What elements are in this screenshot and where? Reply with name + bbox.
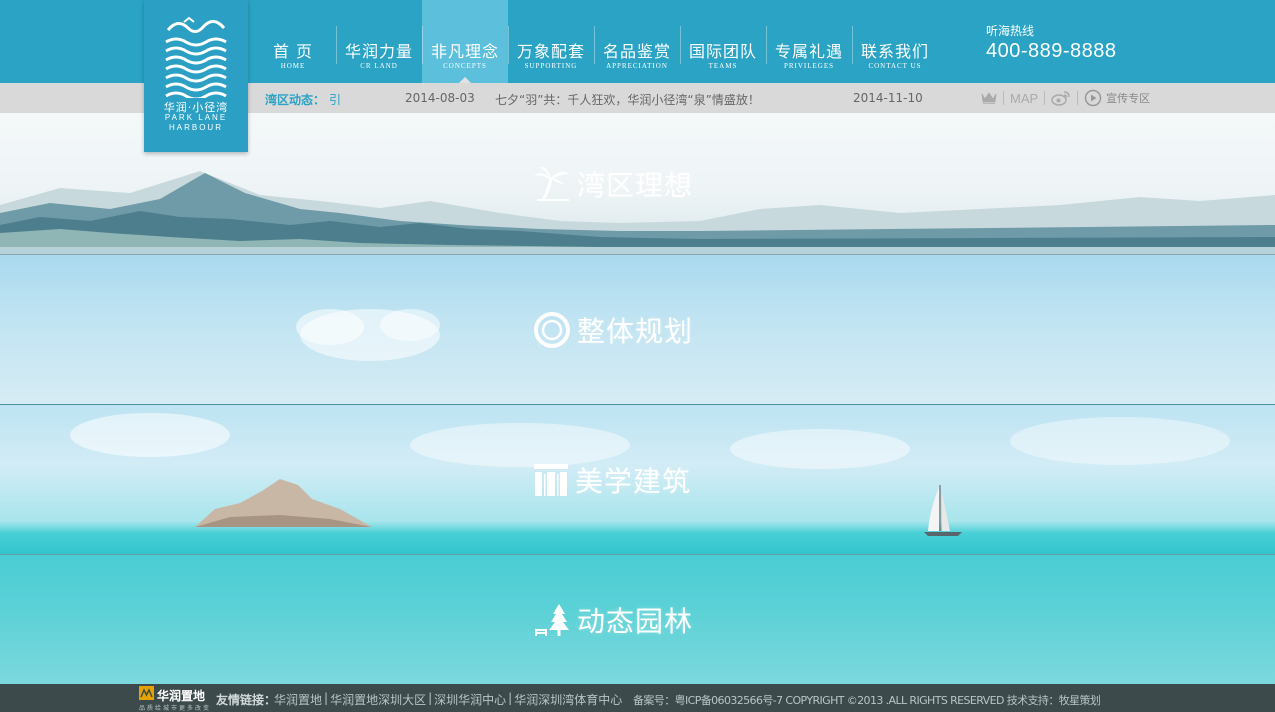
panel-label: 湾区理想 xyxy=(533,164,693,204)
logo-name-en: HARBOUR xyxy=(168,123,223,132)
tool-links: MAP 宣传专区 xyxy=(975,88,1156,108)
nav-item-cr-land[interactable]: 华润力量 CR LAND xyxy=(336,0,422,83)
nav-label: 名品鉴赏 xyxy=(602,42,671,61)
nav-sublabel: APPRECIATION xyxy=(606,62,668,70)
nav-item-contact[interactable]: 联系我们 CONTACT US xyxy=(852,0,938,83)
nav-sublabel: TEAMS xyxy=(708,62,738,70)
copyright-text: 备案号：粤ICP备06032566号-7 COPYRIGHT ©2013 .AL… xyxy=(633,694,1101,707)
nav-item-home[interactable]: 首 页 HOME xyxy=(250,0,336,83)
panel-title: 整体规划 xyxy=(577,314,694,348)
nav-item-concepts[interactable]: 非凡理念 CONCEPTS xyxy=(422,0,508,83)
pine-tree-icon xyxy=(535,603,569,636)
nav-sublabel: HOME xyxy=(280,62,306,70)
cr-land-logo-icon[interactable] xyxy=(139,686,154,703)
nav-item-appreciation[interactable]: 名品鉴赏 APPRECIATION xyxy=(594,0,680,83)
panel-architecture[interactable]: 美学建筑 xyxy=(0,404,1275,554)
building-icon xyxy=(534,463,568,496)
panel-label: 动态园林 xyxy=(533,600,693,640)
news-link[interactable]: 七夕“羽”共：千人狂欢，华润小径湾“泉”情盛放！ xyxy=(495,91,760,108)
panel-master-plan[interactable]: 整体规划 xyxy=(0,254,1275,404)
friend-links: 华润置地 | 华润置地深圳大区 | 深圳华润中心 | 华润深圳湾体育中心 xyxy=(274,691,622,708)
nav-sublabel: SUPPORTING xyxy=(524,62,578,70)
nav-sublabel: CONTACT US xyxy=(868,62,922,70)
nav-item-privileges[interactable]: 专属礼遇 PRIVILEGES xyxy=(766,0,852,83)
panel-title: 湾区理想 xyxy=(577,168,694,202)
nav-label: 万象配套 xyxy=(516,42,585,61)
friend-link[interactable]: 华润置地深圳大区 xyxy=(330,691,426,708)
hotline-label: 听海热线 xyxy=(986,24,1035,38)
divider: | xyxy=(508,691,513,705)
panel-title: 美学建筑 xyxy=(575,464,692,498)
divider: | xyxy=(324,691,329,705)
site-logo[interactable]: 华润·小径湾 PARK LANE HARBOUR xyxy=(144,0,248,152)
nav-label: 联系我们 xyxy=(860,42,929,61)
friend-link[interactable]: 深圳华润中心 xyxy=(434,691,506,708)
palm-tree-icon xyxy=(534,166,569,201)
nav-item-teams[interactable]: 国际团队 TEAMS xyxy=(680,0,766,83)
footer: 华润置地 品质给城市更多改变 友情链接： 华润置地 | 华润置地深圳大区 | 深… xyxy=(0,684,1275,712)
footer-logo-slogan: 品质给城市更多改变 xyxy=(139,705,212,712)
nav-sublabel: CONCEPTS xyxy=(443,62,487,70)
news-item-cut[interactable]: 引 xyxy=(329,91,341,108)
nav-label: 专属礼遇 xyxy=(774,42,843,61)
footer-logo-text: 华润置地 xyxy=(157,689,206,703)
nav-item-supporting[interactable]: 万象配套 SUPPORTING xyxy=(508,0,594,83)
ring-icon xyxy=(534,311,570,348)
nav-label: 华润力量 xyxy=(344,42,413,61)
main-nav: 首 页 HOME 华润力量 CR LAND 非凡理念 CONCEPTS 万象配套… xyxy=(250,0,938,83)
friend-link[interactable]: 华润置地 xyxy=(274,691,322,708)
nav-label: 首 页 xyxy=(272,42,314,61)
news-date: 2014-08-03 xyxy=(405,91,475,105)
hotline: 听海热线 400-889-8888 xyxy=(986,22,1117,63)
play-icon[interactable]: 宣传专区 xyxy=(1078,88,1156,108)
promo-link[interactable]: 宣传专区 xyxy=(1106,90,1150,106)
nav-label: 国际团队 xyxy=(688,42,757,61)
nav-label: 非凡理念 xyxy=(430,42,499,61)
divider: | xyxy=(428,691,433,705)
news-date: 2014-11-10 xyxy=(853,91,923,105)
hotline-number[interactable]: 400-889-8888 xyxy=(986,40,1117,63)
weibo-icon[interactable] xyxy=(1045,88,1077,108)
friend-links-label: 友情链接： xyxy=(216,693,277,707)
crown-icon[interactable] xyxy=(975,88,1003,108)
panel-label: 整体规划 xyxy=(533,310,693,350)
map-link[interactable]: MAP xyxy=(1004,88,1044,108)
wave-logo-icon xyxy=(165,16,227,98)
news-label: 湾区动态： xyxy=(265,93,326,107)
panel-title: 动态园林 xyxy=(577,604,694,638)
friend-link[interactable]: 华润深圳湾体育中心 xyxy=(514,691,622,708)
panel-dynamic-garden[interactable]: 动态园林 xyxy=(0,554,1275,684)
panel-label: 美学建筑 xyxy=(533,460,691,500)
logo-name-en: PARK LANE xyxy=(164,113,228,122)
nav-sublabel: PRIVILEGES xyxy=(783,62,835,70)
nav-sublabel: CR LAND xyxy=(360,62,398,70)
